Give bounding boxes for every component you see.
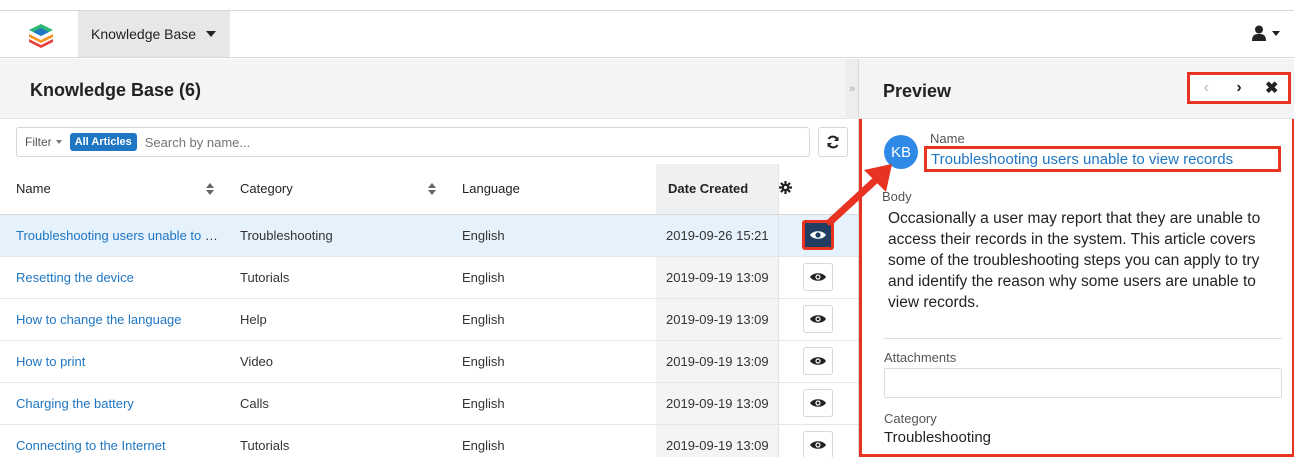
field-label-body: Body — [882, 189, 912, 204]
table-row[interactable]: Charging the battery Calls English 2019-… — [0, 382, 858, 425]
record-name-link[interactable]: Connecting to the Internet — [0, 424, 224, 457]
field-value-body: Occasionally a user may report that they… — [888, 210, 1261, 311]
preview-button[interactable] — [803, 305, 834, 333]
avatar: KB — [884, 135, 918, 169]
table-row[interactable]: How to print Video English 2019-09-19 13… — [0, 340, 858, 383]
table-row[interactable]: Resetting the device Tutorials English 2… — [0, 256, 858, 299]
collapse-pane-icon[interactable]: » — [846, 59, 858, 119]
module-tab-knowledge-base[interactable]: Knowledge Base — [78, 11, 230, 57]
refresh-icon — [827, 135, 839, 149]
eye-icon — [810, 273, 827, 281]
table-row[interactable]: Troubleshooting users unable to view rec… — [0, 214, 858, 257]
record-category: Calls — [224, 382, 446, 425]
record-date-created: 2019-09-19 13:09 — [656, 298, 778, 341]
record-language: English — [446, 424, 656, 457]
filter-button[interactable]: Filter — [17, 135, 62, 149]
table-row[interactable]: How to change the language Help English … — [0, 298, 858, 341]
preview-pane: Preview ‹ › ✖ KB Name Troubleshooting us… — [858, 59, 1294, 457]
preview-button[interactable] — [803, 263, 834, 291]
field-value-category: Troubleshooting — [884, 429, 992, 446]
record-date-created: 2019-09-19 13:09 — [656, 424, 778, 457]
record-language: English — [446, 298, 656, 341]
preview-body: KB Name Troubleshooting users unable to … — [859, 119, 1294, 457]
record-name-link[interactable]: Resetting the device — [0, 256, 224, 299]
preview-header: Preview ‹ › ✖ — [859, 59, 1294, 119]
chevron-down-icon — [1272, 30, 1280, 36]
filter-label: Filter — [25, 135, 52, 149]
field-label-category: Category — [884, 411, 937, 426]
record-date-created: 2019-09-26 15:21 — [656, 214, 778, 257]
module-tab-label: Knowledge Base — [91, 26, 197, 42]
preview-nav-controls: ‹ › ✖ — [1187, 72, 1291, 104]
close-icon[interactable]: ✖ — [1260, 78, 1284, 98]
filter-pill-all-articles[interactable]: All Articles — [69, 133, 137, 151]
chevron-down-icon — [55, 140, 62, 144]
sort-icon — [428, 183, 436, 195]
record-category: Video — [224, 340, 446, 383]
eye-icon — [810, 399, 827, 407]
record-category: Tutorials — [224, 256, 446, 299]
record-language: English — [446, 382, 656, 425]
record-name-link[interactable]: Troubleshooting users unable to view rec… — [924, 146, 1281, 172]
column-settings[interactable] — [777, 164, 858, 215]
eye-icon — [810, 231, 827, 239]
column-header-date-created[interactable]: Date Created — [656, 164, 778, 215]
field-label-name: Name — [930, 131, 965, 146]
record-date-created: 2019-09-19 13:09 — [656, 382, 778, 425]
chevron-down-icon — [206, 31, 217, 37]
record-category: Tutorials — [224, 424, 446, 457]
eye-icon — [810, 315, 827, 323]
refresh-button[interactable] — [818, 127, 848, 157]
next-record-icon[interactable]: › — [1227, 79, 1251, 97]
table-row[interactable]: Connecting to the Internet Tutorials Eng… — [0, 424, 858, 457]
record-name-link[interactable]: How to change the language — [0, 298, 224, 341]
field-label-attachments: Attachments — [884, 350, 957, 365]
record-language: English — [446, 256, 656, 299]
list-header: Knowledge Base (6) » — [0, 59, 858, 119]
record-category: Help — [224, 298, 446, 341]
top-nav: Knowledge Base — [0, 10, 1294, 58]
table-header-row: Name Category Language Date Created — [0, 164, 858, 215]
sort-icon — [206, 183, 214, 195]
column-header-language[interactable]: Language — [446, 164, 656, 215]
record-date-created: 2019-09-19 13:09 — [656, 256, 778, 299]
record-name-link[interactable]: Troubleshooting users unable to view rec… — [0, 214, 224, 257]
gear-icon — [778, 180, 792, 194]
record-name-link[interactable]: How to print — [0, 340, 224, 383]
filter-bar: Filter All Articles — [16, 127, 810, 157]
app-logo-icon[interactable] — [28, 22, 54, 48]
previous-record-icon[interactable]: ‹ — [1194, 79, 1218, 97]
records-table: Name Category Language Date Created Trou… — [0, 164, 858, 457]
column-header-category[interactable]: Category — [224, 164, 446, 215]
attachments-field — [884, 368, 1282, 398]
search-input[interactable] — [144, 134, 745, 150]
preview-button[interactable] — [803, 431, 834, 457]
record-name-link[interactable]: Charging the battery — [0, 382, 224, 425]
preview-button[interactable] — [803, 347, 834, 375]
preview-button[interactable] — [803, 389, 834, 417]
record-date-created: 2019-09-19 13:09 — [656, 340, 778, 383]
eye-icon — [810, 441, 827, 449]
eye-icon — [810, 357, 827, 365]
preview-button[interactable] — [802, 220, 835, 250]
record-language: English — [446, 214, 656, 257]
divider — [884, 338, 1282, 339]
column-header-name[interactable]: Name — [0, 164, 224, 215]
preview-title: Preview — [883, 81, 952, 101]
user-menu[interactable] — [1252, 25, 1280, 41]
record-language: English — [446, 340, 656, 383]
list-view: Knowledge Base (6) » Filter All Articles… — [0, 59, 858, 457]
page-title: Knowledge Base (6) — [30, 80, 202, 100]
user-icon — [1252, 25, 1266, 41]
record-category: Troubleshooting — [224, 214, 446, 257]
